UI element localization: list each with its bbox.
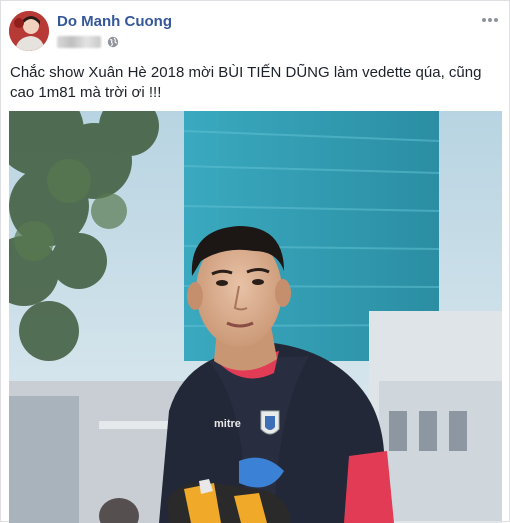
- avatar[interactable]: [9, 11, 49, 51]
- more-options-icon[interactable]: [481, 13, 499, 27]
- avatar-image: [9, 11, 49, 51]
- goalkeeper-photo: mitre: [9, 111, 502, 523]
- post-meta: [57, 35, 119, 49]
- mitre-logo-text: mitre: [214, 418, 241, 430]
- post-text: Chắc show Xuân Hè 2018 mời BÙI TIẾN DŨNG…: [10, 64, 482, 101]
- post-photo[interactable]: mitre: [9, 111, 502, 523]
- facebook-post: Do Manh Cuong Chắc show Xuân Hè 2018 mời…: [0, 0, 510, 523]
- globe-icon[interactable]: [107, 36, 119, 48]
- timestamp-blurred[interactable]: [57, 36, 101, 48]
- author-name[interactable]: Do Manh Cuong: [57, 13, 172, 30]
